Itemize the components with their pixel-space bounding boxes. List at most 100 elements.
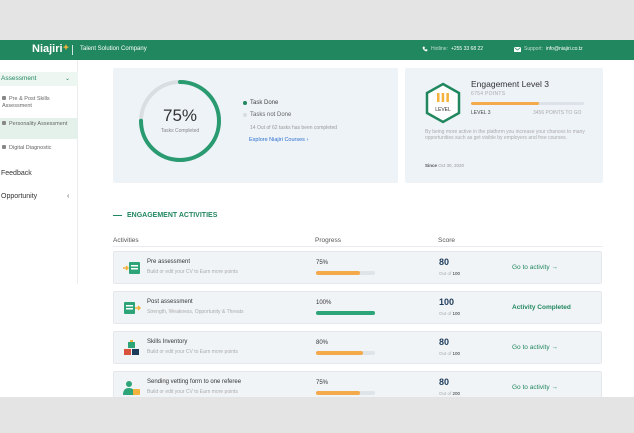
- support: Support: info@niajiri.co.tz: [514, 46, 583, 52]
- col-header-progress: Progress: [315, 237, 342, 244]
- legend-task-not-done: Tasks not Done: [243, 112, 291, 118]
- sidebar-item-personality[interactable]: Personality Assessment: [0, 118, 78, 139]
- legend-label: Task Done: [250, 100, 279, 106]
- sidebar-item-label: Pre & Post Skills Assessment: [2, 96, 50, 109]
- logo-text: Niajiri: [32, 43, 63, 55]
- sidebar-item-pre-post-skills[interactable]: Pre & Post Skills Assessment: [0, 96, 78, 110]
- chevron-down-icon: ⌄: [64, 76, 70, 82]
- support-email[interactable]: info@niajiri.co.tz: [546, 46, 583, 52]
- activity-subtitle: Strength, Weakness, Opportunity & Threat…: [147, 309, 244, 315]
- logo-divider: [72, 45, 73, 55]
- sidebar-item-digital-diagnostic[interactable]: Digital Diagnostic: [0, 145, 78, 152]
- engagement-description: By being more active in the platform you…: [425, 129, 585, 141]
- tasks-summary: 14 Out of 62 tasks has been completed: [250, 125, 337, 131]
- activity-subtitle: Build or edit your CV to Earn more point…: [147, 349, 238, 355]
- activity-progress: 75%: [316, 380, 329, 386]
- activity-title: Skills Inventory: [147, 339, 188, 345]
- since-date: Oct 30, 2020: [438, 163, 465, 168]
- out-of-value: 100: [452, 311, 461, 316]
- explore-courses-link[interactable]: Explore Niajiri Courses ›: [249, 137, 308, 143]
- sidebar-opportunity[interactable]: Opportunity ‹: [1, 193, 77, 200]
- hotline-number: +255 33 68 22: [450, 46, 484, 52]
- logo-star-icon: ✦: [62, 43, 70, 52]
- legend-task-done: Task Done: [243, 100, 278, 106]
- activity-progress-bar: [316, 351, 375, 355]
- hotline: Hotline: +255 33 68 22: [422, 46, 483, 52]
- engagement-title: Engagement Level 3: [471, 79, 549, 89]
- sidebar-item-label: Digital Diagnostic: [9, 145, 52, 151]
- sidebar-assessment-label: Assessment: [1, 75, 37, 82]
- tasks-progress-card: 75% Tasks Completed Task Done Tasks not …: [113, 68, 398, 183]
- arrow-right-icon: →: [551, 344, 558, 351]
- go-to-activity-link[interactable]: Go to activity →: [512, 344, 558, 351]
- sidebar-feedback-label: Feedback: [1, 170, 32, 177]
- activity-progress: 100%: [316, 300, 332, 306]
- out-of-label: Out of: [439, 351, 452, 356]
- out-of-value: 200: [452, 391, 461, 396]
- header-divider: [113, 246, 603, 247]
- activity-subtitle: Build or edit your CV to Earn more point…: [147, 269, 238, 275]
- green-dot-icon: [243, 101, 247, 105]
- phone-icon: [422, 46, 428, 52]
- section-title-text: ENGAGEMENT ACTIVITIES: [127, 212, 218, 219]
- grey-dot-icon: [243, 113, 247, 117]
- support-label: Support:: [524, 46, 543, 52]
- action-label: Go to activity: [512, 264, 550, 271]
- board-arrow-icon: [123, 262, 140, 274]
- engagement-bar: [471, 102, 584, 105]
- activity-row: Sending vetting form to one referee Buil…: [113, 371, 602, 397]
- activity-row: Post assessment Strength, Weakness, Oppo…: [113, 291, 602, 324]
- chevron-right-icon: ›: [306, 137, 309, 143]
- activity-progress: 80%: [316, 340, 329, 346]
- chevron-left-icon: ‹: [67, 193, 70, 200]
- activity-subtitle: Build or edit your CV to Earn more point…: [147, 389, 238, 395]
- activity-row: Pre assessment Build or edit your CV to …: [113, 251, 602, 284]
- activity-row: Skills Inventory Build or edit your CV t…: [113, 331, 602, 364]
- arrow-right-icon: →: [551, 384, 558, 391]
- activity-progress-bar: [316, 391, 375, 395]
- activity-score: 100: [439, 297, 455, 307]
- sidebar-opportunity-label: Opportunity: [1, 193, 38, 200]
- title-dash: [113, 215, 122, 216]
- out-of-label: Out of: [439, 311, 452, 316]
- sidebar-feedback[interactable]: Feedback: [1, 170, 32, 177]
- since-label: Since: [425, 163, 438, 168]
- activity-score: 80: [439, 337, 450, 347]
- activity-completed-status: Activity Completed: [512, 304, 571, 311]
- engagement-points: 6754 POINTS: [471, 91, 506, 97]
- section-title: ENGAGEMENT ACTIVITIES: [113, 212, 217, 219]
- activity-out-of: Out of 100: [439, 271, 460, 276]
- activity-score: 80: [439, 377, 450, 387]
- action-label: Activity Completed: [512, 304, 571, 311]
- document-icon: [2, 96, 6, 100]
- top-bar: Niajiri✦ Talent Solution Company Hotline…: [0, 40, 634, 60]
- out-of-label: Out of: [439, 391, 452, 396]
- activity-progress-bar: [316, 271, 375, 275]
- logo[interactable]: Niajiri✦: [32, 43, 69, 55]
- out-of-value: 100: [452, 351, 461, 356]
- explore-label: Explore Niajiri Courses: [249, 137, 305, 143]
- engagement-card: LEVEL Engagement Level 3 6754 POINTS LEV…: [405, 68, 603, 183]
- blocks-icon: [124, 340, 139, 355]
- activity-score: 80: [439, 257, 450, 267]
- sidebar: Assessment ⌄ Pre & Post Skills Assessmen…: [0, 60, 78, 284]
- activity-out-of: Out of 100: [439, 311, 460, 316]
- document-icon: [2, 121, 6, 125]
- go-to-activity-link[interactable]: Go to activity →: [512, 384, 558, 391]
- activity-title: Post assessment: [147, 299, 193, 305]
- hotline-label: Hotline:: [431, 46, 448, 52]
- activity-progress: 75%: [316, 260, 329, 266]
- activity-progress-fill: [316, 351, 364, 355]
- engagement-since: Since Oct 30, 2020: [425, 163, 464, 168]
- person-form-icon: [123, 381, 140, 395]
- level-hexagon-icon: LEVEL: [425, 82, 461, 124]
- activity-out-of: Out of 100: [439, 351, 460, 356]
- activity-title: Pre assessment: [147, 259, 191, 265]
- progress-percent: 75%: [162, 106, 198, 125]
- engagement-bar-fill: [471, 102, 539, 105]
- go-to-activity-link[interactable]: Go to activity →: [512, 264, 558, 271]
- activity-progress-fill: [316, 311, 375, 315]
- sidebar-assessment[interactable]: Assessment ⌄: [0, 72, 78, 86]
- company-tagline: Talent Solution Company: [80, 46, 147, 52]
- progress-caption: Tasks Completed: [160, 128, 200, 134]
